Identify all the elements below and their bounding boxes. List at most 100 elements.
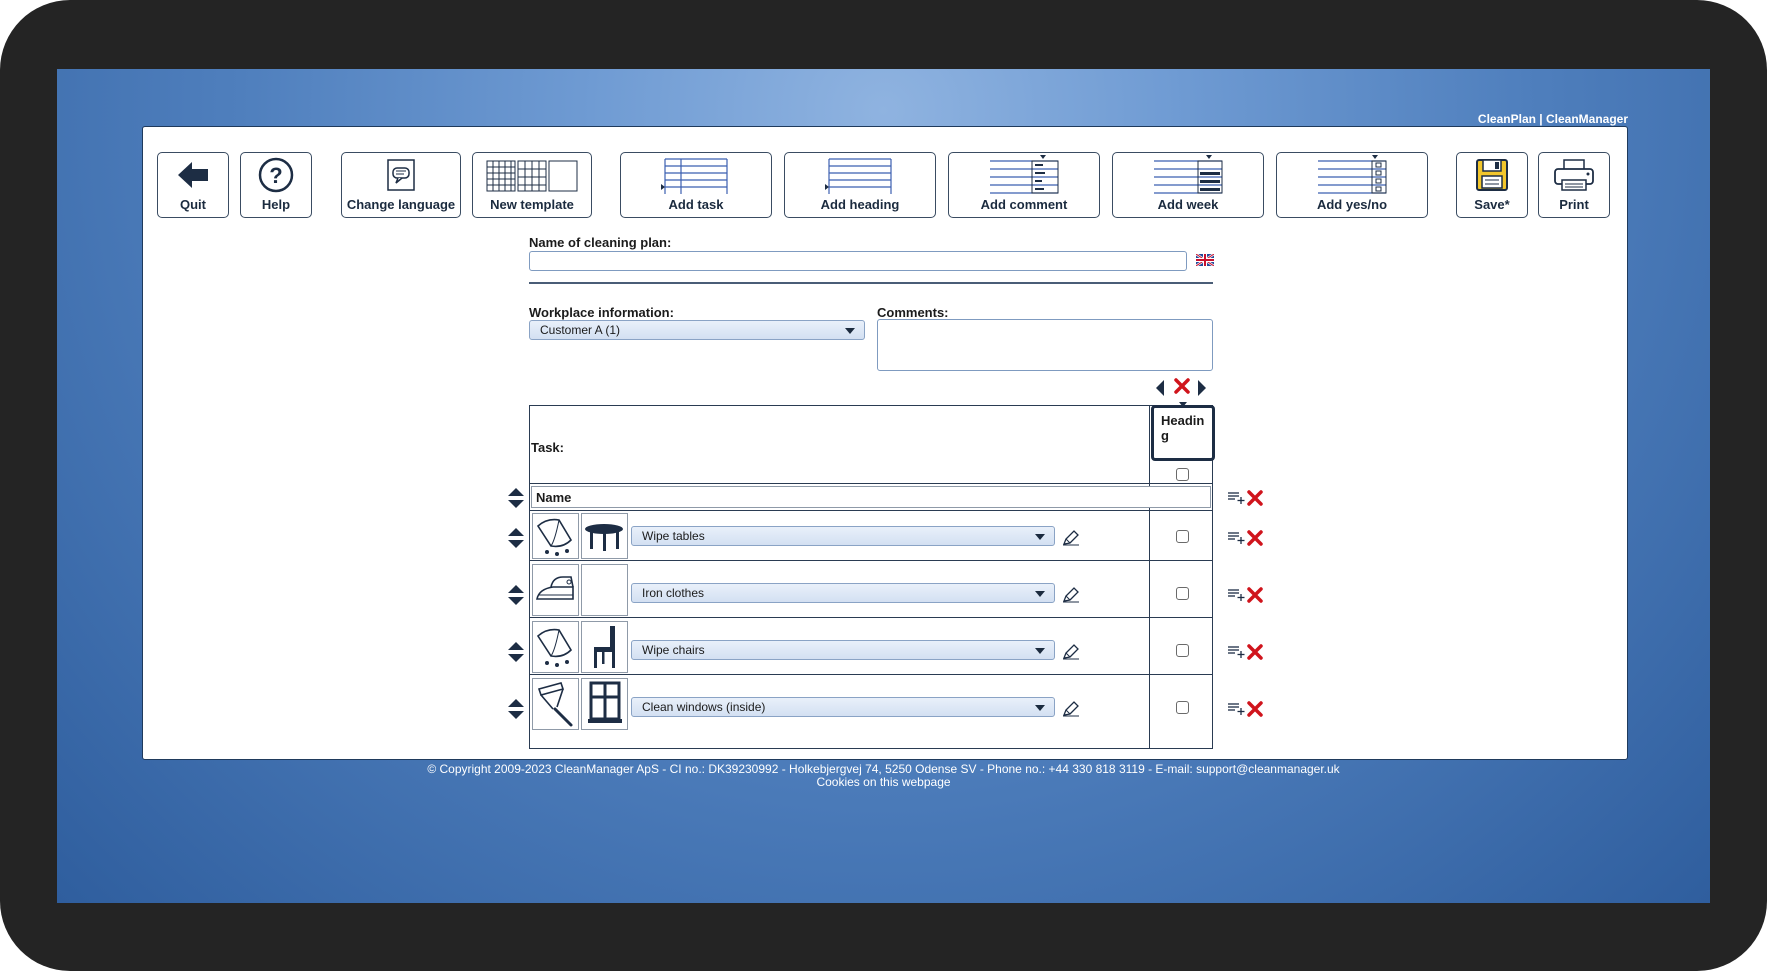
add-comment-label: Add comment [980, 197, 1068, 212]
brand-label: CleanPlan | CleanManager [1477, 112, 1628, 126]
pencil-icon[interactable] [1062, 644, 1080, 665]
help-label: Help [261, 197, 291, 212]
screen: CleanPlan | CleanManager Quit ? Help Cha… [57, 69, 1710, 903]
save-label: Save* [1474, 197, 1510, 212]
form-divider [529, 282, 1213, 284]
cookies-link[interactable]: Cookies on this webpage [57, 775, 1710, 789]
add-week-label: Add week [1157, 197, 1219, 212]
reorder-arrows-icon[interactable] [508, 642, 524, 667]
add-heading-label: Add heading [820, 197, 900, 212]
svg-text:?: ? [269, 163, 282, 188]
pencil-icon[interactable] [1062, 530, 1080, 551]
task-value: Wipe chairs [642, 643, 705, 657]
add-week-button[interactable]: Add week [1112, 152, 1264, 218]
comments-textarea[interactable] [877, 319, 1213, 371]
add-yesno-label: Add yes/no [1316, 197, 1388, 212]
add-yesno-icon [1277, 153, 1427, 197]
column-divider [1149, 405, 1150, 749]
plan-name-input[interactable] [529, 251, 1187, 271]
name-header: Name [536, 490, 572, 505]
chair-icon[interactable] [581, 621, 628, 673]
workplace-select[interactable]: Customer A (1) [529, 320, 865, 340]
speech-bubble-icon [342, 153, 460, 197]
change-language-label: Change language [346, 197, 456, 212]
pencil-icon[interactable] [1062, 587, 1080, 608]
add-row-icon[interactable] [1227, 645, 1245, 664]
delete-row-icon[interactable] [1247, 530, 1263, 551]
add-heading-icon [785, 153, 935, 197]
squeegee-icon[interactable] [532, 678, 579, 730]
cloth-icon[interactable] [532, 621, 579, 673]
workplace-value: Customer A (1) [540, 323, 621, 337]
copyright-text: © Copyright 2009-2023 CleanManager ApS -… [427, 762, 1340, 776]
name-header-cell [531, 486, 1211, 508]
back-arrow-icon [158, 153, 228, 197]
iron-icon[interactable] [532, 564, 579, 616]
help-button[interactable]: ? Help [240, 152, 312, 218]
column-heading[interactable]: Heading [1151, 405, 1215, 461]
print-button[interactable]: Print [1538, 152, 1610, 218]
new-template-label: New template [490, 197, 574, 212]
question-icon: ? [241, 153, 311, 197]
table-rule [529, 560, 1213, 561]
main-panel: Quit ? Help Change language New template [142, 126, 1628, 760]
row-checkbox[interactable] [1176, 587, 1189, 600]
chevron-down-icon [845, 328, 855, 334]
add-row-icon[interactable] [1227, 588, 1245, 607]
empty-icon-slot[interactable] [581, 564, 628, 616]
reorder-arrows-icon[interactable] [508, 488, 524, 513]
cloth-icon[interactable] [532, 513, 579, 559]
add-comment-button[interactable]: Add comment [948, 152, 1100, 218]
reorder-arrows-icon[interactable] [508, 528, 524, 553]
add-yesno-button[interactable]: Add yes/no [1276, 152, 1428, 218]
task-value: Clean windows (inside) [642, 700, 766, 714]
task-select[interactable]: Wipe tables [631, 526, 1055, 546]
add-task-label: Add task [668, 197, 724, 212]
add-row-icon[interactable] [1227, 491, 1245, 510]
chevron-down-icon [1035, 648, 1045, 654]
new-template-button[interactable]: New template [472, 152, 592, 218]
task-select[interactable]: Clean windows (inside) [631, 697, 1055, 717]
table-rule [529, 483, 1213, 484]
reorder-arrows-icon[interactable] [508, 699, 524, 724]
delete-row-icon[interactable] [1247, 644, 1263, 665]
row-checkbox[interactable] [1176, 701, 1189, 714]
task-select[interactable]: Iron clothes [631, 583, 1055, 603]
floppy-disk-icon [1457, 153, 1527, 197]
reorder-arrows-icon[interactable] [508, 585, 524, 610]
heading-checkbox[interactable] [1176, 468, 1189, 481]
pencil-icon[interactable] [1062, 701, 1080, 722]
add-heading-button[interactable]: Add heading [784, 152, 936, 218]
templates-icon [473, 153, 591, 197]
task-value: Iron clothes [642, 586, 705, 600]
add-comment-icon [949, 153, 1099, 197]
save-button[interactable]: Save* [1456, 152, 1528, 218]
delete-row-icon[interactable] [1247, 701, 1263, 722]
window-icon[interactable] [581, 678, 628, 730]
add-row-icon[interactable] [1227, 531, 1245, 550]
change-language-button[interactable]: Change language [341, 152, 461, 218]
add-task-button[interactable]: Add task [620, 152, 772, 218]
add-row-icon[interactable] [1227, 702, 1245, 721]
printer-icon [1539, 153, 1609, 197]
task-select[interactable]: Wipe chairs [631, 640, 1055, 660]
add-task-icon [621, 153, 771, 197]
table-icon[interactable] [581, 513, 628, 559]
chevron-down-icon [1035, 705, 1045, 711]
add-week-icon [1113, 153, 1263, 197]
quit-button[interactable]: Quit [157, 152, 229, 218]
delete-row-icon[interactable] [1247, 490, 1263, 511]
task-value: Wipe tables [642, 529, 705, 543]
quit-label: Quit [180, 197, 206, 212]
delete-row-icon[interactable] [1247, 587, 1263, 608]
row-checkbox[interactable] [1176, 644, 1189, 657]
chevron-down-icon [1035, 534, 1045, 540]
task-label: Task: [531, 440, 564, 455]
row-checkbox[interactable] [1176, 530, 1189, 543]
workplace-label: Workplace information: [529, 305, 674, 320]
move-column-right-icon[interactable] [1197, 380, 1207, 401]
name-label: Name of cleaning plan: [529, 235, 672, 250]
uk-flag-icon[interactable] [1195, 253, 1215, 271]
comments-label: Comments: [877, 305, 949, 320]
move-column-left-icon[interactable] [1155, 380, 1165, 401]
